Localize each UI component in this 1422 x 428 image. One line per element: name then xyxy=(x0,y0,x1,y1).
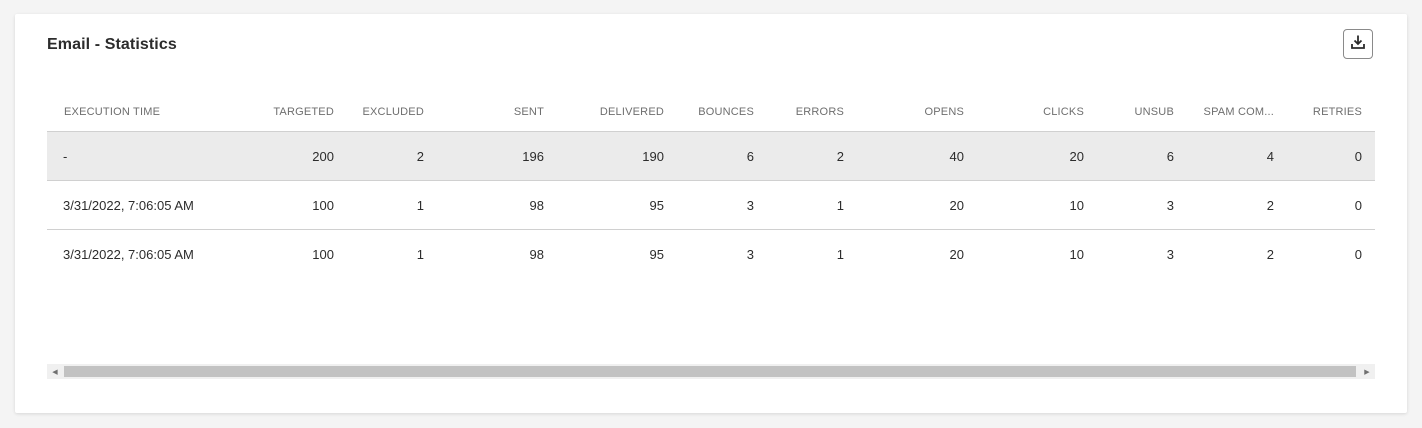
card-title: Email - Statistics xyxy=(47,36,177,53)
table-header-row: EXECUTION TIME TARGETED EXCLUDED SENT DE… xyxy=(47,92,1375,132)
cell-delivered: 95 xyxy=(557,229,677,278)
cell-execution-time: 3/31/2022, 7:06:05 AM xyxy=(47,180,207,230)
cell-bounces: 3 xyxy=(677,180,767,230)
cell-excluded: 2 xyxy=(347,131,437,181)
cell-clicks: 10 xyxy=(977,229,1097,278)
horizontal-scrollbar[interactable]: ◀ ▶ xyxy=(47,364,1375,379)
cell-retries: 0 xyxy=(1287,180,1375,230)
statistics-table-container: EXECUTION TIME TARGETED EXCLUDED SENT DE… xyxy=(47,92,1375,278)
scroll-left-arrow-icon[interactable]: ◀ xyxy=(47,364,63,379)
scrollbar-thumb[interactable] xyxy=(64,366,1356,377)
column-header-unsub[interactable]: UNSUB xyxy=(1097,92,1187,132)
cell-bounces: 6 xyxy=(677,131,767,181)
cell-spam-complaints: 2 xyxy=(1187,180,1287,230)
cell-errors: 2 xyxy=(767,131,857,181)
download-icon xyxy=(1350,34,1366,55)
table-row[interactable]: 3/31/2022, 7:06:05 AM 100 1 98 95 3 1 20… xyxy=(47,180,1375,230)
column-header-sent[interactable]: SENT xyxy=(437,92,557,132)
download-button[interactable] xyxy=(1343,29,1373,59)
cell-targeted: 200 xyxy=(207,131,347,181)
column-header-execution-time[interactable]: EXECUTION TIME xyxy=(47,92,207,132)
cell-sent: 196 xyxy=(437,131,557,181)
cell-excluded: 1 xyxy=(347,229,437,278)
cell-targeted: 100 xyxy=(207,229,347,278)
cell-execution-time: - xyxy=(47,131,207,181)
column-header-errors[interactable]: ERRORS xyxy=(767,92,857,132)
cell-errors: 1 xyxy=(767,180,857,230)
cell-retries: 0 xyxy=(1287,229,1375,278)
cell-retries: 0 xyxy=(1287,131,1375,181)
table-row[interactable]: 3/31/2022, 7:06:05 AM 100 1 98 95 3 1 20… xyxy=(47,229,1375,278)
column-header-clicks[interactable]: CLICKS xyxy=(977,92,1097,132)
cell-opens: 40 xyxy=(857,131,977,181)
cell-sent: 98 xyxy=(437,180,557,230)
statistics-table: EXECUTION TIME TARGETED EXCLUDED SENT DE… xyxy=(47,92,1375,278)
cell-delivered: 190 xyxy=(557,131,677,181)
cell-opens: 20 xyxy=(857,229,977,278)
cell-delivered: 95 xyxy=(557,180,677,230)
scroll-right-arrow-icon[interactable]: ▶ xyxy=(1359,364,1375,379)
column-header-bounces[interactable]: BOUNCES xyxy=(677,92,767,132)
cell-bounces: 3 xyxy=(677,229,767,278)
cell-spam-complaints: 4 xyxy=(1187,131,1287,181)
cell-unsub: 3 xyxy=(1097,180,1187,230)
cell-execution-time: 3/31/2022, 7:06:05 AM xyxy=(47,229,207,278)
cell-clicks: 20 xyxy=(977,131,1097,181)
column-header-excluded[interactable]: EXCLUDED xyxy=(347,92,437,132)
column-header-delivered[interactable]: DELIVERED xyxy=(557,92,677,132)
column-header-retries[interactable]: RETRIES xyxy=(1287,92,1375,132)
cell-sent: 98 xyxy=(437,229,557,278)
cell-errors: 1 xyxy=(767,229,857,278)
cell-unsub: 6 xyxy=(1097,131,1187,181)
statistics-card: Email - Statistics EXECUTION TIME TARGET… xyxy=(15,14,1407,413)
table-row-summary[interactable]: - 200 2 196 190 6 2 40 20 6 4 0 xyxy=(47,131,1375,181)
cell-unsub: 3 xyxy=(1097,229,1187,278)
cell-spam-complaints: 2 xyxy=(1187,229,1287,278)
cell-clicks: 10 xyxy=(977,180,1097,230)
cell-excluded: 1 xyxy=(347,180,437,230)
cell-opens: 20 xyxy=(857,180,977,230)
column-header-targeted[interactable]: TARGETED xyxy=(207,92,347,132)
cell-targeted: 100 xyxy=(207,180,347,230)
column-header-opens[interactable]: OPENS xyxy=(857,92,977,132)
column-header-spam-complaints[interactable]: SPAM COM... xyxy=(1187,92,1287,132)
